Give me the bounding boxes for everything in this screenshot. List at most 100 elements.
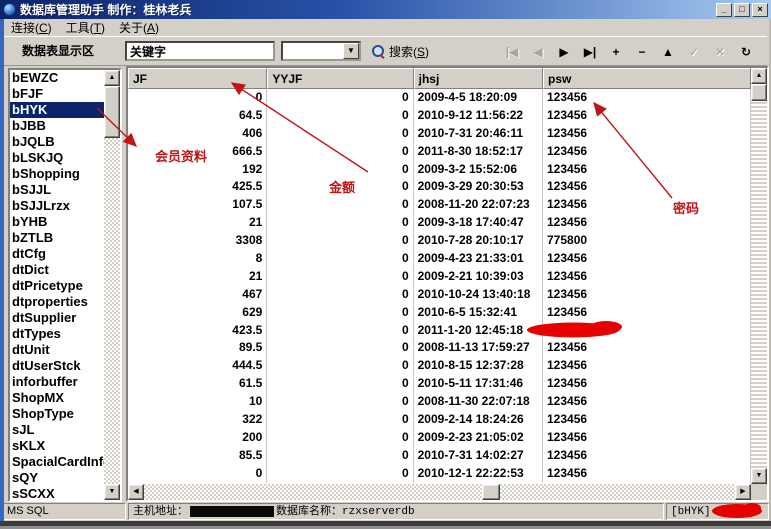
grid-vscroll-thumb[interactable]	[751, 84, 767, 101]
sidebar-scrollbar[interactable]: ▲ ▼	[104, 70, 120, 500]
sidebar-item-bJBB[interactable]: bJBB	[10, 118, 104, 134]
sidebar-item-bShopping[interactable]: bShopping	[10, 166, 104, 182]
sidebar-item-dtDict[interactable]: dtDict	[10, 262, 104, 278]
sidebar-item-bYHB[interactable]: bYHB	[10, 214, 104, 230]
cell-YYJF: 0	[267, 393, 414, 412]
table-row[interactable]: 21 0 2009-2-21 10:39:03 123456	[128, 267, 751, 286]
table-row[interactable]: 444.5 0 2010-8-15 12:37:28 123456	[128, 357, 751, 376]
sidebar-item-sJL[interactable]: sJL	[10, 422, 104, 438]
cell-YYJF: 0	[267, 250, 414, 268]
filter-combobox[interactable]: ▼	[281, 41, 361, 61]
sidebar-item-dtCfg[interactable]: dtCfg	[10, 246, 104, 262]
table-row[interactable]: 64.5 0 2010-9-12 11:56:22 123456	[128, 106, 751, 125]
table-row[interactable]: 3308 0 2010-7-28 20:10:17 775800	[128, 232, 751, 251]
cell-jhsj: 2010-12-1 22:22:53	[414, 464, 543, 483]
cell-jhsj: 2010-7-28 20:10:17	[414, 232, 543, 251]
sidebar-scroll-thumb[interactable]	[104, 86, 120, 138]
menu-item-T[interactable]: 工具(T)	[59, 18, 112, 37]
sidebar-item-bEWZC[interactable]: bEWZC	[10, 70, 104, 86]
sidebar-item-dtproperties[interactable]: dtproperties	[10, 294, 104, 310]
scroll-up-icon[interactable]: ▲	[751, 68, 767, 84]
table-row[interactable]: 192 0 2009-3-2 15:52:06 123456	[128, 160, 751, 179]
nav-next-button[interactable]: ▶	[551, 41, 577, 63]
grid-hscrollbar[interactable]: ◀ ▶	[128, 484, 751, 500]
table-row[interactable]: 21 0 2009-3-18 17:40:47 123456	[128, 214, 751, 233]
table-row[interactable]: 0 0 2010-12-1 22:22:53 123456	[128, 464, 751, 483]
column-header-psw[interactable]: psw	[543, 68, 751, 89]
table-row[interactable]: 200 0 2009-2-23 21:05:02 123456	[128, 428, 751, 447]
cell-YYJF: 0	[267, 124, 414, 143]
minimize-button[interactable]: _	[716, 2, 732, 17]
sidebar-item-inforbuffer[interactable]: inforbuffer	[10, 374, 104, 390]
table-row[interactable]: 0 0 2009-4-5 18:20:09 123456	[128, 89, 751, 107]
table-row[interactable]: 89.5 0 2008-11-13 17:59:27 123456	[128, 339, 751, 358]
scroll-up-icon[interactable]: ▲	[104, 70, 120, 86]
table-row[interactable]: 423.5 0 2011-1-20 12:45:18	[128, 321, 751, 340]
nav-cancel-button[interactable]: ✕	[707, 41, 733, 63]
sidebar-item-dtSupplier[interactable]: dtSupplier	[10, 310, 104, 326]
nav-last-button[interactable]: ▶|	[577, 41, 603, 63]
table-row[interactable]: 85.5 0 2010-7-31 14:02:27 123456	[128, 446, 751, 465]
close-button[interactable]: ×	[752, 2, 768, 17]
grid-hscroll-thumb[interactable]	[482, 484, 500, 500]
nav-refresh-button[interactable]: ↻	[733, 41, 759, 63]
nav-post-button[interactable]: ✓	[681, 41, 707, 63]
sidebar-item-bSJJL[interactable]: bSJJL	[10, 182, 104, 198]
sidebar-item-bFJF[interactable]: bFJF	[10, 86, 104, 102]
menu-item-C[interactable]: 连接(C)	[4, 18, 59, 37]
table-row[interactable]: 666.5 0 2011-8-30 18:52:17 123456	[128, 142, 751, 161]
table-row[interactable]: 406 0 2010-7-31 20:46:11 123456	[128, 124, 751, 143]
sidebar-item-bHYK[interactable]: bHYK	[10, 102, 104, 118]
chevron-down-icon[interactable]: ▼	[343, 43, 359, 59]
scroll-left-icon[interactable]: ◀	[128, 484, 144, 500]
nav-prior-button[interactable]: ◀	[525, 41, 551, 63]
table-row[interactable]: 10 0 2008-11-30 22:07:18 123456	[128, 393, 751, 412]
nav-edit-button[interactable]: ▲	[655, 41, 681, 63]
sidebar-item-sQY[interactable]: sQY	[10, 470, 104, 486]
cell-JF: 21	[128, 267, 268, 286]
table-row[interactable]: 61.5 0 2010-5-11 17:31:46 123456	[128, 375, 751, 394]
cell-jhsj: 2008-11-20 22:07:23	[414, 196, 543, 215]
column-header-YYJF[interactable]: YYJF	[267, 68, 414, 89]
sidebar-item-ShopMX[interactable]: ShopMX	[10, 390, 104, 406]
table-row[interactable]: 322 0 2009-2-14 18:24:26 123456	[128, 411, 751, 429]
table-row[interactable]: 629 0 2010-6-5 15:32:41 123456	[128, 303, 751, 322]
maximize-button[interactable]: □	[734, 2, 750, 17]
column-header-JF[interactable]: JF	[128, 68, 268, 89]
db-navigator: |◀ ◀ ▶ ▶| + − ▲ ✓ ✕ ↻	[499, 41, 759, 63]
cell-JF: 322	[128, 411, 268, 429]
cell-jhsj: 2009-4-5 18:20:09	[414, 89, 543, 107]
grid-vscrollbar[interactable]: ▲ ▼	[751, 68, 767, 484]
cell-YYJF: 0	[267, 303, 414, 322]
sidebar-item-ShopType[interactable]: ShopType	[10, 406, 104, 422]
sidebar-item-dtUnit[interactable]: dtUnit	[10, 342, 104, 358]
table-row[interactable]: 107.5 0 2008-11-20 22:07:23 123456	[128, 196, 751, 215]
table-row[interactable]: 467 0 2010-10-24 13:40:18 123456	[128, 285, 751, 304]
sidebar-item-sSCXX[interactable]: sSCXX	[10, 486, 104, 500]
scrollbar-corner	[751, 484, 767, 500]
sidebar-item-dtUserStck[interactable]: dtUserStck	[10, 358, 104, 374]
sidebar-item-dtPricetype[interactable]: dtPricetype	[10, 278, 104, 294]
sidebar-item-sKLX[interactable]: sKLX	[10, 438, 104, 454]
sidebar-item-bSJJLrzx[interactable]: bSJJLrzx	[10, 198, 104, 214]
sidebar-item-SpacialCardInfo[interactable]: SpacialCardInfo	[10, 454, 104, 470]
table-row[interactable]: 425.5 0 2009-3-29 20:30:53 123456	[128, 178, 751, 197]
menu-item-A[interactable]: 关于(A)	[112, 18, 166, 37]
scroll-down-icon[interactable]: ▼	[104, 484, 120, 500]
status-db-type: MS SQL	[2, 503, 126, 520]
nav-first-button[interactable]: |◀	[499, 41, 525, 63]
search-input[interactable]	[125, 41, 275, 61]
search-button[interactable]: 搜索(S)	[367, 40, 434, 63]
grid-rows: 0 0 2009-4-5 18:20:09 123456 64.5 0 2010-9-12 …	[128, 89, 751, 484]
sidebar-item-bJQLB[interactable]: bJQLB	[10, 134, 104, 150]
table-listbox: bEWZC bFJF bHYK bJBB bJQLB bLSKJQ bShopping bSJ…	[8, 68, 122, 502]
column-header-jhsj[interactable]: jhsj	[413, 68, 543, 89]
scroll-down-icon[interactable]: ▼	[751, 468, 767, 484]
sidebar-item-bZTLB[interactable]: bZTLB	[10, 230, 104, 246]
nav-insert-button[interactable]: +	[603, 41, 629, 63]
table-row[interactable]: 8 0 2009-4-23 21:33:01 123456	[128, 250, 751, 268]
sidebar-item-dtTypes[interactable]: dtTypes	[10, 326, 104, 342]
scroll-right-icon[interactable]: ▶	[735, 484, 751, 500]
nav-delete-button[interactable]: −	[629, 41, 655, 63]
sidebar-item-bLSKJQ[interactable]: bLSKJQ	[10, 150, 104, 166]
